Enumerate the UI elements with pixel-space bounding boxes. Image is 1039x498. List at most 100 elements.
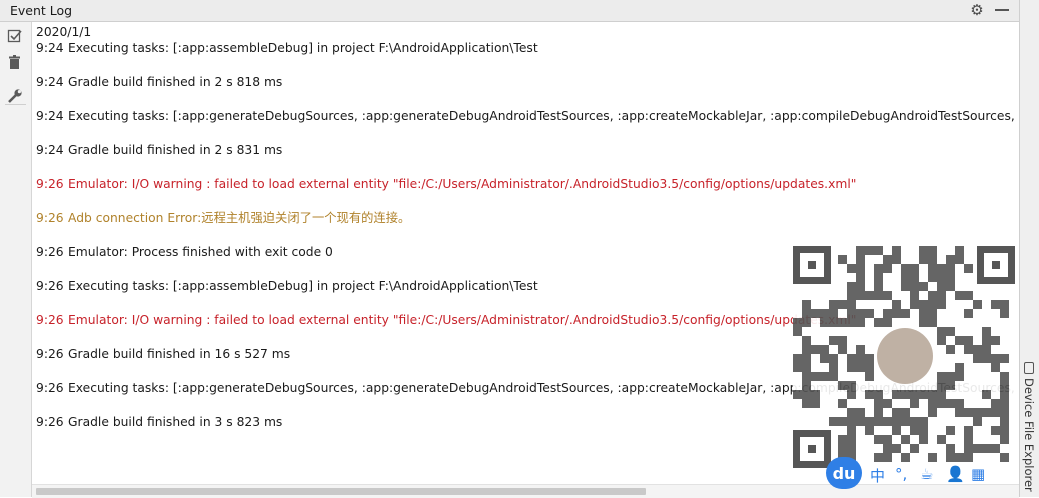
qr-module <box>865 390 874 399</box>
qr-module <box>901 390 910 399</box>
qr-module <box>874 453 883 462</box>
qr-module <box>802 309 811 318</box>
qr-module <box>865 417 874 426</box>
trash-icon[interactable] <box>7 54 25 72</box>
baidu-badge[interactable]: du <box>826 457 862 489</box>
qr-module <box>829 318 838 327</box>
qr-module <box>946 255 955 264</box>
qr-module <box>901 309 910 318</box>
qr-module <box>829 372 838 381</box>
log-entry[interactable]: 9:26 Executing tasks: [:app:assembleDebug… <box>36 278 538 294</box>
qr-module <box>892 426 901 435</box>
qr-module <box>856 282 865 291</box>
qr-module <box>802 300 811 309</box>
qr-module <box>928 291 937 300</box>
qr-module <box>1000 408 1009 417</box>
qr-module <box>937 399 946 408</box>
qr-module <box>991 354 1000 363</box>
qr-module <box>919 255 928 264</box>
device-icon <box>1024 362 1034 374</box>
qr-module <box>910 264 919 273</box>
scrollbar-thumb[interactable] <box>36 488 646 495</box>
qr-module <box>946 345 955 354</box>
qr-module <box>919 390 928 399</box>
qr-module <box>928 390 937 399</box>
qr-module <box>901 282 910 291</box>
qr-module <box>919 318 928 327</box>
ime-grid-icon[interactable]: ▦ <box>971 465 985 483</box>
qr-module <box>946 453 955 462</box>
log-entry[interactable]: 9:24 Executing tasks: [:app:generateDebug… <box>36 108 1018 124</box>
log-entry[interactable]: 9:26 Adb connection Error:远程主机强迫关闭了一个现有的连… <box>36 210 410 226</box>
qr-module <box>847 363 856 372</box>
ime-user-icon[interactable]: 👤 <box>946 465 965 483</box>
qr-module <box>919 282 928 291</box>
qr-module <box>811 372 820 381</box>
device-file-explorer-tab[interactable]: Device File Explorer <box>1022 378 1036 492</box>
qr-module <box>856 309 865 318</box>
qr-module <box>1000 435 1009 444</box>
qr-module <box>910 390 919 399</box>
qr-module <box>910 426 919 435</box>
log-entry[interactable]: 9:26 Emulator: I/O warning : failed to lo… <box>36 176 856 192</box>
qr-module <box>946 444 955 453</box>
ime-chinese-icon[interactable]: 中 <box>870 465 885 486</box>
qr-module <box>802 399 811 408</box>
horizontal-scrollbar[interactable] <box>32 484 1019 498</box>
qr-module <box>973 408 982 417</box>
qr-module <box>829 309 838 318</box>
qr-module <box>856 345 865 354</box>
qr-module <box>910 273 919 282</box>
qr-module <box>874 264 883 273</box>
settings-icon[interactable]: ⚙ <box>968 1 986 19</box>
log-entry-message: Gradle build finished in 2 s 818 ms <box>68 75 283 89</box>
qr-module <box>874 390 883 399</box>
qr-module <box>901 408 910 417</box>
qr-module <box>937 336 946 345</box>
qr-module <box>874 246 883 255</box>
log-entry-message: Emulator: I/O warning : failed to load e… <box>68 177 857 191</box>
qr-module <box>946 426 955 435</box>
log-entry-time: 9:26 <box>36 279 64 293</box>
qr-module <box>964 426 973 435</box>
qr-module <box>802 336 811 345</box>
log-entry[interactable]: 9:26 Gradle build finished in 3 s 823 ms <box>36 414 282 430</box>
qr-module <box>838 444 847 453</box>
qr-module <box>883 264 892 273</box>
qr-module <box>928 300 937 309</box>
qr-module <box>910 291 919 300</box>
log-entry[interactable]: 9:26 Emulator: Process finished with exit… <box>36 244 333 260</box>
qr-module <box>964 291 973 300</box>
qr-module <box>973 354 982 363</box>
log-entry[interactable]: 9:24 Executing tasks: [:app:assembleDebug… <box>36 40 538 56</box>
qr-module <box>802 390 811 399</box>
qr-module <box>937 390 946 399</box>
qr-module <box>883 318 892 327</box>
qr-module <box>865 426 874 435</box>
minimize-icon[interactable] <box>995 9 1009 11</box>
qr-module <box>946 327 955 336</box>
log-entry[interactable]: 9:24 Gradle build finished in 2 s 831 ms <box>36 142 282 158</box>
qr-module <box>829 363 838 372</box>
qr-module <box>856 354 865 363</box>
qr-module <box>865 309 874 318</box>
qr-module <box>847 282 856 291</box>
qr-module <box>928 453 937 462</box>
qr-module <box>955 453 964 462</box>
ime-cup-icon[interactable]: ☕ <box>920 465 933 483</box>
log-entry[interactable]: 9:26 Emulator: I/O warning : failed to lo… <box>36 312 856 328</box>
qr-module <box>802 363 811 372</box>
qr-module <box>928 309 937 318</box>
ime-punctuation-icon[interactable]: °, <box>895 465 907 483</box>
qr-finder <box>793 246 831 284</box>
log-entry[interactable]: 9:26 Gradle build finished in 16 s 527 ms <box>36 346 290 362</box>
qr-module <box>901 264 910 273</box>
mark-all-read-icon[interactable] <box>7 28 25 46</box>
qr-module <box>991 444 1000 453</box>
qr-module <box>973 417 982 426</box>
qr-module <box>847 426 856 435</box>
log-entry[interactable]: 9:24 Gradle build finished in 2 s 818 ms <box>36 74 282 90</box>
qr-module <box>883 309 892 318</box>
log-entry-time: 9:26 <box>36 245 64 259</box>
wrench-icon[interactable] <box>7 88 25 106</box>
